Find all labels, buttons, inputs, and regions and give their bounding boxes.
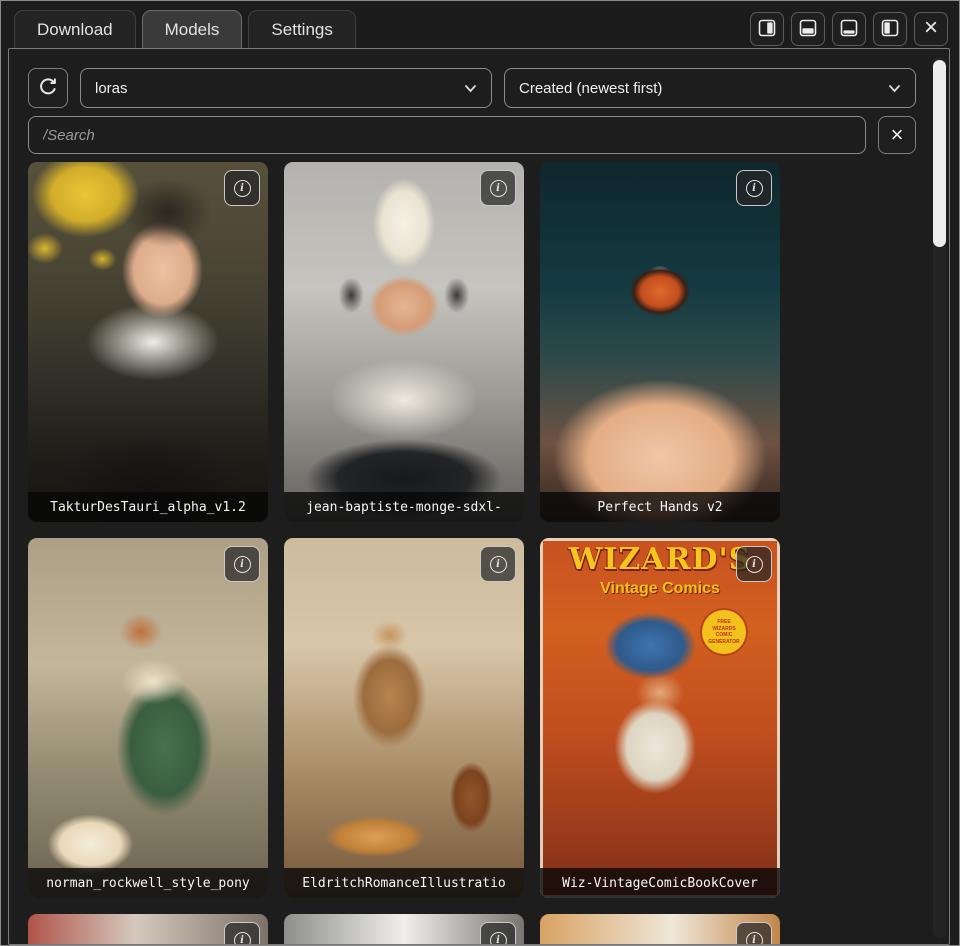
- info-icon: i: [490, 932, 507, 946]
- refresh-icon: [38, 77, 58, 100]
- models-panel: loras Created (newest first) × i: [8, 48, 950, 945]
- info-button[interactable]: i: [480, 546, 516, 582]
- info-button[interactable]: i: [480, 922, 516, 945]
- refresh-button[interactable]: [28, 68, 68, 108]
- info-button[interactable]: i: [224, 922, 260, 945]
- info-icon: i: [234, 932, 251, 946]
- model-card[interactable]: i: [540, 914, 780, 945]
- model-title: norman_rockwell_style_pony: [28, 868, 268, 898]
- chevron-down-icon: [888, 80, 901, 97]
- info-button[interactable]: i: [736, 922, 772, 945]
- dock-left-icon: [881, 19, 899, 40]
- sort-select[interactable]: Created (newest first): [504, 68, 916, 108]
- layout-bottom-bar-button[interactable]: [832, 12, 866, 46]
- window-controls: ×: [750, 12, 948, 46]
- info-icon: i: [234, 180, 251, 197]
- info-button[interactable]: i: [480, 170, 516, 206]
- tab-download[interactable]: Download: [14, 10, 136, 48]
- clear-search-button[interactable]: ×: [878, 116, 916, 154]
- model-card[interactable]: i jean-baptiste-monge-sdxl-: [284, 162, 524, 522]
- tab-settings[interactable]: Settings: [248, 10, 355, 48]
- model-thumbnail: [284, 538, 524, 898]
- model-title: jean-baptiste-monge-sdxl-: [284, 492, 524, 522]
- tab-bar: Download Models Settings: [14, 10, 356, 48]
- model-card[interactable]: i TakturDesTauri_alpha_v1.2: [28, 162, 268, 522]
- tab-models[interactable]: Models: [142, 10, 243, 48]
- comic-cover-subtitle: Vintage Comics: [540, 580, 780, 598]
- model-title: Wiz-VintageComicBookCover: [540, 868, 780, 898]
- info-icon: i: [746, 180, 763, 197]
- model-thumbnail: [28, 162, 268, 522]
- model-card[interactable]: WIZARD'S Vintage Comics FREE WIZARDS COM…: [540, 538, 780, 898]
- info-button[interactable]: i: [736, 170, 772, 206]
- comic-cover-badge: FREE WIZARDS COMIC GENERATOR: [702, 610, 746, 654]
- dock-bottom-icon: [799, 19, 817, 40]
- chevron-down-icon: [464, 80, 477, 97]
- model-title: EldritchRomanceIllustratio: [284, 868, 524, 898]
- search-input[interactable]: [28, 116, 866, 154]
- layout-dock-right-button[interactable]: [750, 12, 784, 46]
- layout-dock-left-button[interactable]: [873, 12, 907, 46]
- info-icon: i: [746, 932, 763, 946]
- model-type-value: loras: [95, 80, 128, 97]
- info-button[interactable]: i: [736, 546, 772, 582]
- model-card[interactable]: i: [284, 914, 524, 945]
- model-type-select[interactable]: loras: [80, 68, 492, 108]
- model-thumbnail: [284, 162, 524, 522]
- model-grid: i TakturDesTauri_alpha_v1.2 i jean-bapti…: [28, 162, 780, 945]
- controls-row: loras Created (newest first): [28, 68, 916, 108]
- model-title: Perfect Hands v2: [540, 492, 780, 522]
- model-title: TakturDesTauri_alpha_v1.2: [28, 492, 268, 522]
- sort-value: Created (newest first): [519, 80, 662, 97]
- layout-dock-bottom-button[interactable]: [791, 12, 825, 46]
- info-button[interactable]: i: [224, 546, 260, 582]
- model-card[interactable]: i: [28, 914, 268, 945]
- info-icon: i: [490, 556, 507, 573]
- model-card[interactable]: i norman_rockwell_style_pony: [28, 538, 268, 898]
- info-button[interactable]: i: [224, 170, 260, 206]
- model-thumbnail: [28, 538, 268, 898]
- info-icon: i: [746, 556, 763, 573]
- scrollbar[interactable]: [933, 57, 946, 938]
- close-button[interactable]: ×: [914, 12, 948, 46]
- bottom-bar-icon: [840, 19, 858, 40]
- info-icon: i: [234, 556, 251, 573]
- model-thumbnail: [540, 162, 780, 522]
- scrollbar-thumb[interactable]: [933, 60, 946, 247]
- model-card[interactable]: i Perfect Hands v2: [540, 162, 780, 522]
- dock-right-icon: [758, 19, 776, 40]
- model-card[interactable]: i EldritchRomanceIllustratio: [284, 538, 524, 898]
- search-row: ×: [28, 116, 916, 154]
- info-icon: i: [490, 180, 507, 197]
